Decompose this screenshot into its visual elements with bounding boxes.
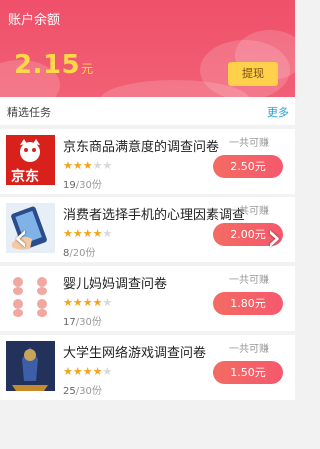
withdraw-button[interactable]: 提现 [228, 62, 278, 86]
progress-count: 8/20份 [63, 248, 96, 259]
balance-value: 2.15 [14, 50, 81, 80]
game-thumbnail [6, 341, 55, 391]
progress-count: 19/30份 [63, 180, 102, 191]
reward-button[interactable]: 2.50元 [213, 155, 283, 178]
rating-stars: ★★★★★ [63, 365, 113, 378]
task-card[interactable]: 消费者选择手机的心理因素调查 ★★★★★ 8/20份 一共可赚 2.00元 [0, 197, 295, 262]
rating-stars: ★★★★★ [63, 159, 113, 172]
earn-label: 一共可赚 [229, 275, 269, 286]
babies-thumbnail [6, 272, 55, 322]
task-title: 京东商品满意度的调查问卷 [63, 140, 220, 155]
game-character-icon [6, 341, 55, 391]
balance-amount: 2.15元 [14, 50, 93, 80]
rating-stars: ★★★★★ [63, 296, 113, 309]
task-title: 婴儿妈妈调查问卷 [63, 277, 168, 292]
task-card[interactable]: 大学生网络游戏调查问卷 ★★★★★ 25/30份 一共可赚 1.50元 [0, 335, 295, 400]
section-header: 精选任务 更多 [0, 97, 295, 125]
progress-count: 25/30份 [63, 386, 102, 397]
section-title: 精选任务 [7, 106, 51, 119]
balance-unit: 元 [81, 62, 94, 76]
balance-header: 账户余额 2.15元 提现 [0, 0, 295, 97]
task-title: 大学生网络游戏调查问卷 [63, 346, 207, 361]
page-title: 账户余额 [8, 13, 61, 28]
earn-label: 一共可赚 [229, 344, 269, 355]
baby-icon [13, 277, 47, 317]
task-title: 消费者选择手机的心理因素调查 [63, 208, 246, 223]
rating-stars: ★★★★★ [63, 227, 113, 240]
chevron-right-icon[interactable]: › [259, 207, 289, 267]
earn-label: 一共可赚 [229, 138, 269, 149]
reward-button[interactable]: 1.80元 [213, 292, 283, 315]
chevron-left-icon[interactable]: ‹ [6, 207, 36, 267]
progress-count: 17/30份 [63, 317, 102, 328]
task-card[interactable]: 京东 京东商品满意度的调查问卷 ★★★★★ 19/30份 一共可赚 2.50元 [0, 129, 295, 194]
reward-button[interactable]: 1.50元 [213, 361, 283, 384]
more-link[interactable]: 更多 [267, 104, 289, 120]
jd-logo-thumbnail: 京东 [6, 135, 55, 185]
task-card[interactable]: 婴儿妈妈调查问卷 ★★★★★ 17/30份 一共可赚 1.80元 [0, 266, 295, 331]
jd-logo-text: 京东 [11, 169, 39, 185]
